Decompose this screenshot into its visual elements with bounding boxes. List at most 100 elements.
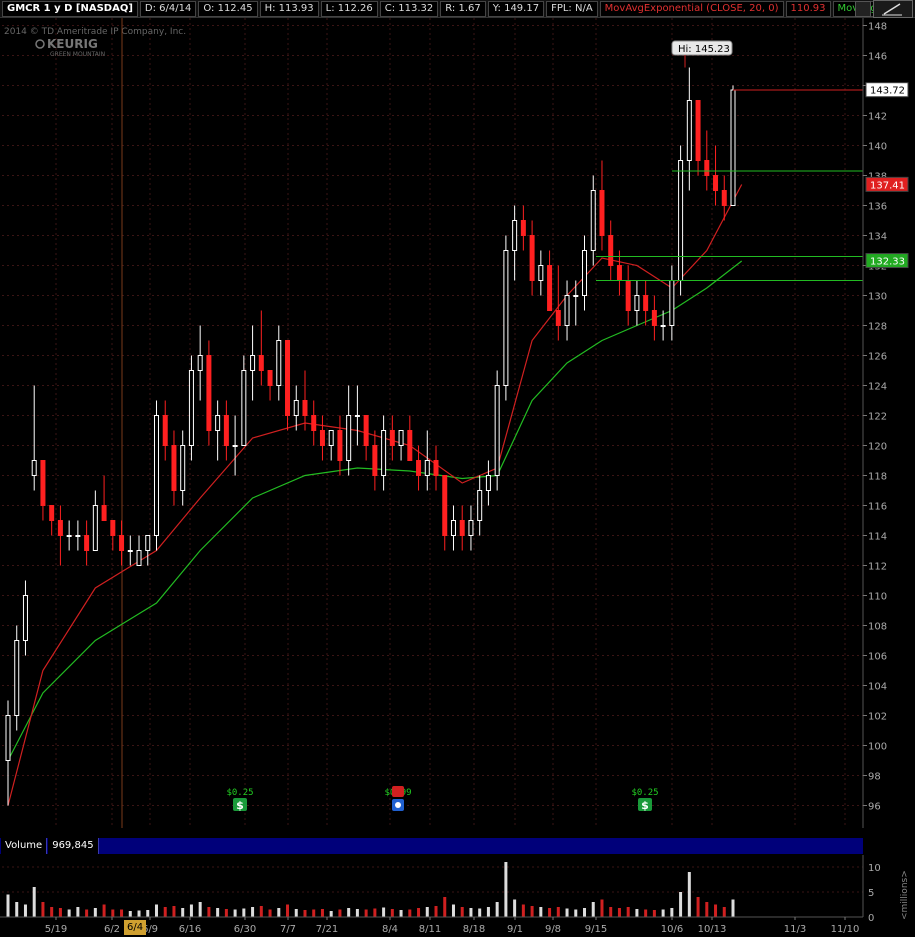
drawing-tool-button[interactable] [873,0,913,18]
candle-up [485,475,491,491]
candle-up [494,385,500,476]
fpl-field: FPL: N/A [546,0,598,17]
volume-bar [687,872,691,917]
candle-up [450,520,456,536]
dividend-icon-glyph: $ [236,799,244,812]
candle-down [713,175,719,191]
volume-bar [731,899,735,917]
volume-bar [478,908,482,917]
watermark: 2014 © TD Ameritrade IP Company, Inc. KE… [4,27,186,58]
candle-up [686,100,692,161]
volume-bar [146,910,150,917]
volume-bar [93,908,97,917]
candle-down [223,415,229,446]
date-tick-label: 9/8 [545,924,561,935]
volume-bar [609,907,613,917]
candle-down [459,520,465,536]
candle-down [555,310,561,326]
volume-bar [530,906,534,917]
candle-down [520,220,526,236]
open-field: O: 112.45 [198,0,258,17]
volume-bar [286,904,290,917]
price-tag-text: 132.33 [870,257,905,268]
volume-bar [705,902,709,917]
candle-up [5,715,11,761]
volume-bar [504,862,508,917]
price-tick-label: 102 [868,712,887,723]
candle-up [215,415,221,431]
volume-bar [565,908,569,917]
price-tick-label: 108 [868,622,887,633]
candle-down [311,415,317,431]
brand-logo-icon [35,39,45,49]
volume-bar [495,902,499,917]
price-tick-label: 136 [868,202,887,213]
price-tick-label: 128 [868,322,887,333]
volume-bar [277,908,281,917]
candle-down [337,430,343,461]
candle-down [206,355,212,431]
ema20-study-label[interactable]: MovAvgExponential (CLOSE, 20, 0) [599,0,784,17]
date-tick-label: 11/3 [784,924,806,935]
candle-up [660,325,666,327]
volume-bar [329,911,333,917]
candle-down [363,415,369,446]
date-field: D: 6/4/14 [139,0,197,17]
price-tick-label: 146 [868,52,887,63]
volume-tick-label: 0 [868,913,874,924]
candle-up [250,355,256,371]
candle-down [721,190,727,206]
volume-bar [714,904,718,917]
volume-bar [233,909,237,917]
price-tick-label: 126 [868,352,887,363]
volume-bar [355,909,359,917]
candle-down [416,460,422,476]
close-field: C: 113.32 [379,0,439,17]
volume-bar [294,909,298,917]
price-tick-label: 100 [868,742,887,753]
volume-bar [347,908,351,917]
date-tick-label: 6/2 [104,924,120,935]
volume-bar [513,899,517,917]
volume-bar [58,908,62,917]
price-tick-label: 118 [868,472,887,483]
price-chart[interactable]: 2014 © TD Ameritrade IP Company, Inc. KE… [0,18,915,830]
candle-up [241,370,247,446]
candle-up [188,370,194,446]
volume-bar [120,909,124,917]
candle-down [389,430,395,446]
candle-down [407,430,413,461]
candle-up [145,535,151,551]
hi-label-text: Hi: 145.23 [678,44,730,55]
candle-down [119,535,125,551]
low-field: L: 112.26 [320,0,378,17]
symbol-field[interactable]: GMCR 1 y D [NASDAQ] [2,0,138,17]
volume-bar [242,908,246,917]
volume-bar [696,897,700,917]
volume-bar [408,909,412,917]
price-tick-label: 106 [868,652,887,663]
news-icon-dot [395,802,401,808]
volume-bar [469,908,473,917]
price-tick-label: 148 [868,22,887,33]
chart-toolbar: GMCR 1 y D [NASDAQ] D: 6/4/14 O: 112.45 … [0,0,915,18]
date-tick-label: 10/6 [661,924,683,935]
candle-up [22,595,28,641]
volume-bar [50,907,54,917]
range-field: R: 1.67 [440,0,486,17]
volume-bar [399,910,403,917]
earnings-icon [392,786,404,797]
volume-bar [670,908,674,917]
candle-up [538,265,544,281]
candle-up [276,340,282,386]
chart-menu-button[interactable] [855,1,871,17]
volume-bar [451,904,455,917]
candle-down [84,535,90,551]
candle-up [354,415,360,417]
volume-bar [679,892,683,917]
date-tick-label: 10/13 [698,924,727,935]
volume-bar [303,910,307,917]
candle-up [634,295,640,311]
candle-down [599,190,605,236]
brand-logo-subtext: GREEN MOUNTAIN [50,51,105,58]
